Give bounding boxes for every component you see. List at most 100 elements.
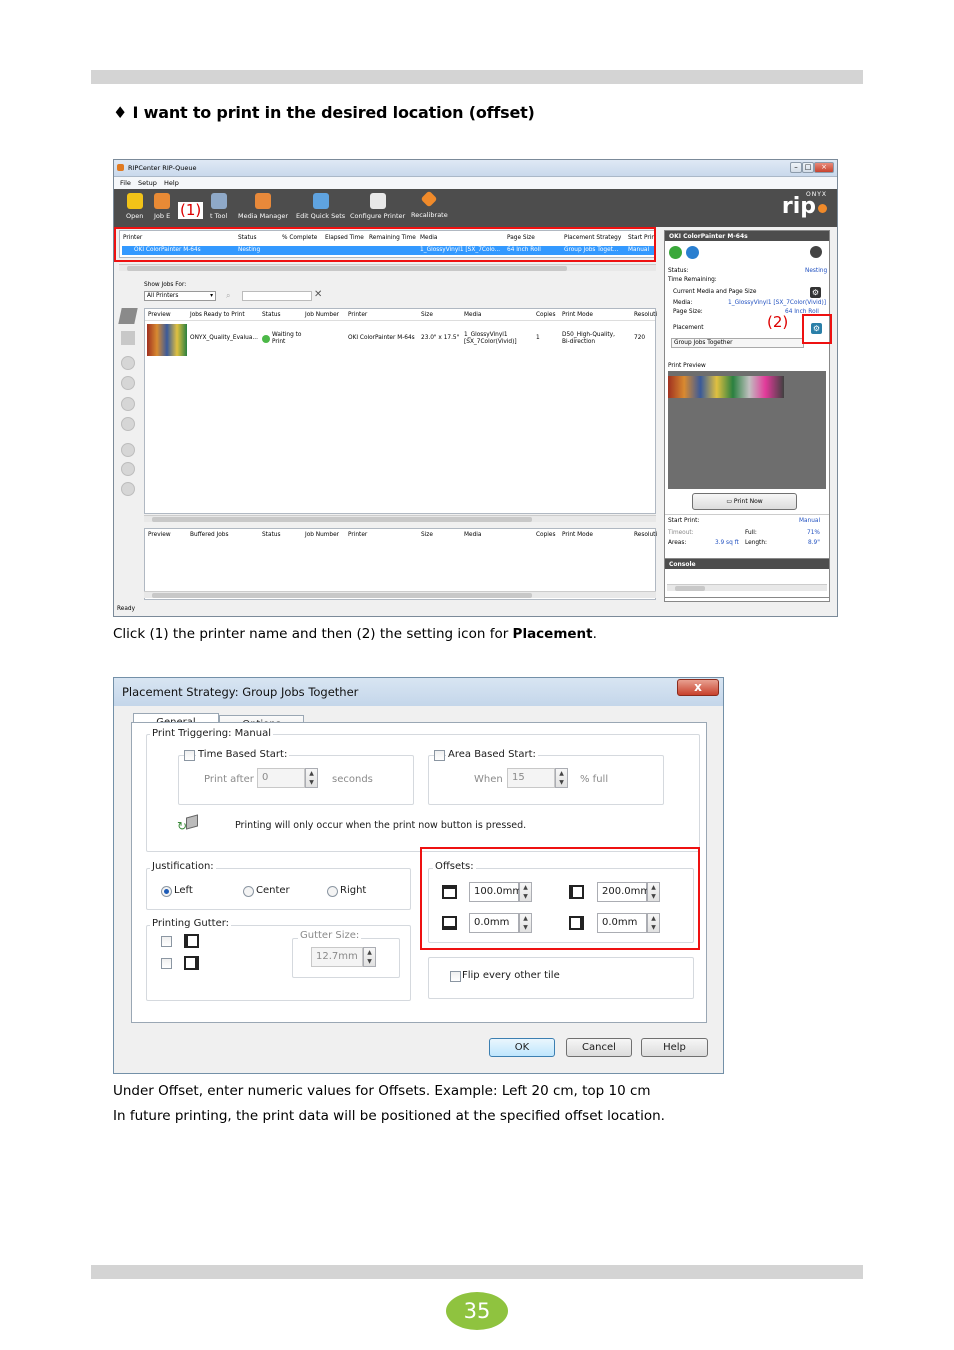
placement-dialog-screenshot: Placement Strategy: Group Jobs Together …	[113, 677, 724, 1074]
console-panel: Console	[664, 558, 830, 598]
job-search-input[interactable]	[242, 291, 312, 301]
rip-queue-screenshot: RIPCenter RIP-Queue – □ × File Setup Hel…	[113, 159, 838, 617]
print-now-printer-icon: ▭	[726, 498, 734, 505]
rip-window-titlebar: RIPCenter RIP-Queue – □ ×	[114, 160, 837, 177]
show-jobs-dropdown[interactable]: All Printers ▾	[144, 291, 216, 301]
gutter-size-stepper[interactable]: ▲ ▼	[363, 947, 376, 967]
toolbar-recalibrate[interactable]: Recalibrate	[411, 190, 448, 219]
caption-step-2-line-1: Under Offset, enter numeric values for O…	[113, 1083, 651, 1099]
highlight-offsets	[420, 847, 700, 950]
printer-list-scrollbar[interactable]	[119, 264, 656, 271]
gutter-horizontal-icon	[184, 956, 199, 970]
cancel-button[interactable]: Cancel	[566, 1038, 632, 1057]
logo-gear-icon	[818, 204, 827, 213]
panel-settings-icon[interactable]	[810, 246, 822, 258]
info-icon[interactable]	[686, 246, 699, 259]
toolbar-media-manager[interactable]: Media Manager	[238, 193, 288, 220]
toolbar-edit-quick-sets[interactable]: Edit Quick Sets	[296, 193, 345, 220]
toolbar-open[interactable]: Open	[126, 193, 143, 220]
panel-printer-title: OKI ColorPainter M-64s	[665, 231, 829, 241]
time-based-checkbox[interactable]	[184, 750, 195, 761]
when-stepper[interactable]: ▲ ▼	[555, 768, 568, 788]
job-edit-icon[interactable]	[121, 331, 135, 345]
page-number: 35	[446, 1292, 508, 1330]
toolbar-job-editor[interactable]: Job E	[154, 193, 170, 220]
delete-icon[interactable]	[121, 462, 135, 476]
justify-center-radio[interactable]	[243, 886, 254, 897]
job-editor-icon	[154, 193, 171, 209]
quick-sets-icon	[312, 193, 329, 209]
seconds-label: seconds	[332, 774, 373, 785]
justify-right-radio[interactable]	[327, 886, 338, 897]
bottom-divider-bar	[91, 1265, 863, 1279]
time-based-label: Time Based Start:	[196, 749, 290, 760]
justify-left-radio[interactable]	[161, 886, 172, 897]
printer-detail-panel: OKI ColorPainter M-64s Status: Nesting T…	[664, 230, 830, 602]
flip-tile-label: Flip every other tile	[462, 970, 560, 981]
highlight-placement-gear	[802, 314, 832, 344]
printer-arrow-icon: ↻	[177, 814, 198, 834]
area-based-label: Area Based Start:	[446, 749, 538, 760]
when-label: When	[474, 774, 503, 785]
toolbar-configure-printer[interactable]: Configure Printer	[350, 193, 405, 220]
dialog-close-icon[interactable]: x	[677, 679, 719, 696]
status-bar-text: Ready	[117, 606, 135, 612]
menu-setup[interactable]: Setup	[138, 179, 157, 187]
rip-toolbar: Open Job E t Tool Media Manager Edit Qui…	[114, 189, 837, 227]
callout-2: (2)	[765, 313, 791, 331]
toolbar-tool[interactable]: t Tool	[210, 193, 227, 220]
justify-right-label: Right	[340, 885, 367, 896]
app-logo-icon	[117, 164, 124, 171]
hold-icon[interactable]	[121, 443, 135, 457]
media-settings-icon[interactable]: ⚙	[810, 287, 821, 298]
move-down-icon[interactable]	[121, 397, 135, 411]
pause-icon[interactable]	[121, 482, 135, 496]
ready-jobs-scrollbar[interactable]	[144, 515, 656, 522]
flip-tile-checkbox[interactable]	[450, 971, 461, 982]
gutter-vertical-icon	[184, 934, 199, 948]
area-based-checkbox[interactable]	[434, 750, 445, 761]
buffered-jobs-list: Preview Buffered Jobs Status Job Number …	[144, 528, 657, 600]
top-divider-bar	[91, 70, 863, 84]
when-input[interactable]: 15	[507, 768, 555, 788]
recalibrate-icon	[420, 190, 438, 208]
print-now-button[interactable]: ▭ Print Now	[692, 493, 797, 510]
callout-1: (1)	[178, 201, 204, 219]
general-tab-panel: Print Triggering: Manual Time Based Star…	[131, 722, 707, 1023]
preview-job-strip	[668, 376, 784, 398]
job-settings-icon[interactable]	[118, 308, 138, 324]
gutter-vertical-checkbox[interactable]	[161, 936, 172, 947]
search-icon: ⌕	[226, 291, 231, 300]
table-row[interactable]: ONYX_Quality_Evalua... Waiting to Print …	[145, 323, 655, 357]
console-scrollbar[interactable]	[667, 584, 827, 591]
status-dot-icon	[262, 335, 270, 343]
printing-gutter-label: Printing Gutter:	[150, 918, 232, 929]
close-icon[interactable]: ×	[814, 162, 834, 173]
menu-file[interactable]: File	[120, 179, 131, 187]
maximize-icon[interactable]: □	[802, 162, 814, 173]
move-up-icon[interactable]	[121, 376, 135, 390]
ok-button[interactable]: OK	[489, 1038, 555, 1057]
print-after-label: Print after	[204, 774, 254, 785]
move-bottom-icon[interactable]	[121, 417, 135, 431]
clear-search-icon[interactable]: ✕	[314, 289, 322, 300]
print-after-stepper[interactable]: ▲ ▼	[305, 768, 318, 788]
folder-icon	[126, 193, 143, 209]
placement-dropdown[interactable]: Group Jobs Together	[671, 338, 804, 348]
power-icon[interactable]	[669, 246, 682, 259]
print-after-input[interactable]: 0	[257, 768, 305, 788]
caption-step-2-line-2: In future printing, the print data will …	[113, 1108, 665, 1124]
gutter-size-label: Gutter Size:	[298, 930, 362, 941]
justify-center-label: Center	[256, 885, 290, 896]
move-top-icon[interactable]	[121, 356, 135, 370]
justify-left-label: Left	[174, 885, 193, 896]
buffered-jobs-scrollbar[interactable]	[144, 591, 656, 598]
section-heading: ♦ I want to print in the desired locatio…	[113, 103, 535, 122]
print-preview-area	[668, 371, 826, 489]
menu-help[interactable]: Help	[164, 179, 179, 187]
gutter-horizontal-checkbox[interactable]	[161, 958, 172, 969]
gutter-size-input[interactable]: 12.7mm	[311, 947, 363, 967]
help-button[interactable]: Help	[641, 1038, 708, 1057]
onyx-rip-logo: ONYX rip	[781, 191, 827, 219]
minimize-icon[interactable]: –	[790, 162, 802, 173]
